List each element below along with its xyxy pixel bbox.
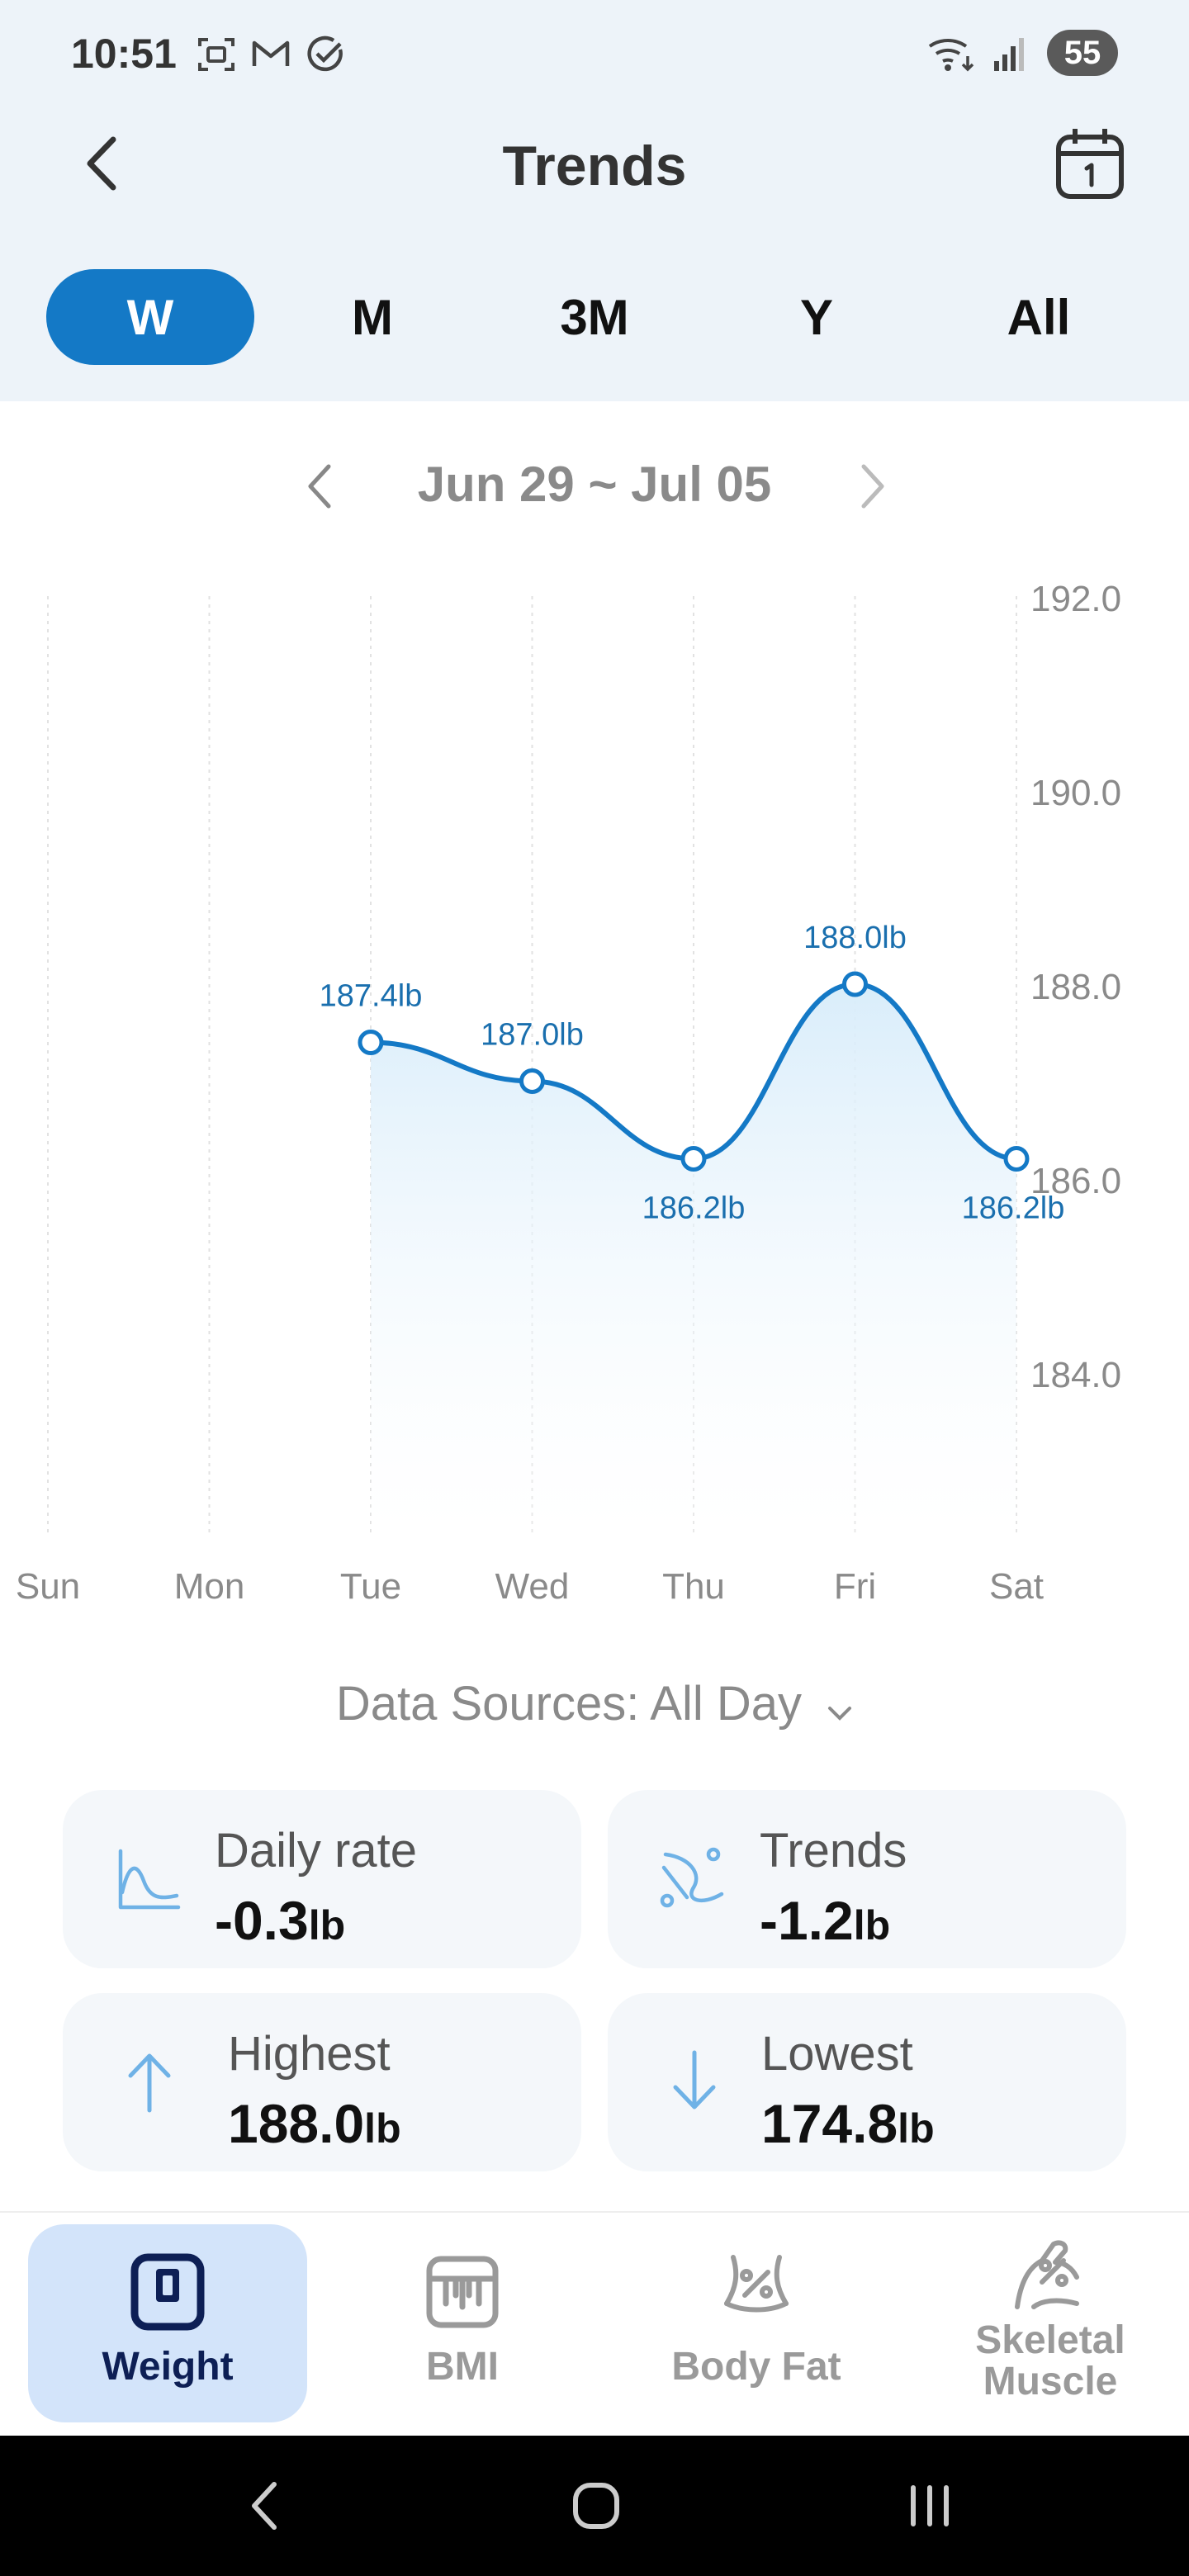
tab-month[interactable]: M [268,269,476,365]
status-bar: 10:51 55 [0,0,1189,107]
tab-year[interactable]: Y [713,269,921,365]
data-point-thu [680,1146,707,1172]
data-point-sat [1003,1146,1030,1172]
muscle-arm-icon [1015,2240,1079,2309]
data-point-wed [519,1068,545,1094]
status-system-icons: 55 [926,30,1118,76]
trend-curve-icon [660,1847,724,1908]
x-tick-label-tue: Tue [340,1566,401,1607]
chevron-down-icon [827,1679,853,1735]
lowest-card: Lowest 174.8lb [608,1993,1126,2171]
nav-skeletal-muscle[interactable]: Skeletal Muscle [912,2224,1189,2422]
scale-icon [130,2253,205,2331]
screenshot-icon [198,38,234,71]
calendar-button[interactable] [1050,124,1130,203]
daily-rate-label: Daily rate [215,1824,417,1878]
gmail-icon [252,40,290,66]
highest-label: Highest [228,2027,391,2081]
battery-indicator: 55 [1047,30,1118,76]
header: Trends [0,116,1189,215]
system-home-button[interactable] [555,2469,637,2543]
nav-bmi-label: BMI [426,2345,499,2389]
system-back-icon [252,2482,277,2530]
trends-card: Trends -1.2lb [608,1790,1126,1968]
data-label-thu: 186.2lb [642,1191,746,1226]
y-tick-label: 192.0 [1030,579,1121,619]
nav-body-fat-label: Body Fat [671,2345,841,2389]
signal-icon [994,38,1024,71]
y-tick-label: 184.0 [1030,1355,1121,1395]
highest-value: 188.0lb [228,2093,401,2154]
wifi-icon [928,38,974,72]
bmi-gauge-icon [426,2256,499,2328]
body-fat-icon [724,2255,789,2313]
data-sources-selector[interactable]: Data Sources: All Day [0,1676,1189,1735]
system-recents-button[interactable] [888,2469,971,2543]
x-tick-label-sat: Sat [989,1566,1044,1607]
period-tabs: W M 3M Y All [46,269,1143,365]
check-circle-icon [307,36,343,72]
x-tick-label-sun: Sun [16,1566,80,1607]
date-range-selector: Jun 29 ~ Jul 05 [0,446,1189,528]
x-tick-label-fri: Fri [834,1566,876,1607]
system-home-icon [573,2483,619,2529]
page-title: Trends [502,135,687,197]
nav-weight-label: Weight [102,2345,234,2389]
status-notification-icons [195,33,347,76]
x-tick-label-mon: Mon [174,1566,245,1607]
data-label-sat: 186.2lb [962,1191,1065,1226]
nav-skeletal-muscle-label: Skeletal Muscle [975,2318,1125,2403]
date-range-label: Jun 29 ~ Jul 05 [417,457,772,512]
trends-label: Trends [760,1824,907,1878]
system-navigation-bar [0,2436,1189,2576]
data-sources-label: Data Sources: All Day [335,1677,802,1731]
chart-canvas: 192.0190.0188.0186.0184.0Sun Mon Tue Wed Thu… [16,579,1121,1607]
data-label-tue: 187.4lb [320,979,423,1014]
status-time: 10:51 [71,31,177,77]
y-tick-label: 190.0 [1030,773,1121,813]
chevron-right-icon [861,464,884,509]
weight-trend-chart: 192.0 190.0 188.0 186.0 184.0 Sun Mon Tue Wed Thu… [0,561,1189,1635]
x-tick-label-wed: Wed [495,1566,570,1607]
lowest-value: 174.8lb [761,2093,935,2154]
next-week-button[interactable] [844,457,902,515]
highest-card: Highest 188.0lb [63,1993,581,2171]
arrow-up-icon [128,2053,171,2113]
rate-chart-icon [118,1849,181,1910]
nav-body-fat[interactable]: Body Fat [618,2224,895,2422]
arrow-down-icon [673,2050,716,2110]
nav-bmi[interactable]: BMI [324,2224,601,2422]
data-label-wed: 187.0lb [481,1018,584,1053]
data-point-tue [358,1030,384,1055]
x-tick-label-thu: Thu [662,1566,725,1607]
system-back-button[interactable] [223,2469,306,2543]
tab-3-months[interactable]: 3M [490,269,699,365]
trends-value: -1.2lb [760,1890,891,1951]
data-label-fri: 188.0lb [803,921,907,955]
daily-rate-card: Daily rate -0.3lb [63,1790,581,1968]
lowest-label: Lowest [761,2027,913,2081]
tab-all[interactable]: All [935,269,1143,365]
y-tick-label: 188.0 [1030,967,1121,1007]
calendar-icon [1056,129,1124,199]
top-section: 10:51 55 Trends W M 3M Y All [0,0,1189,401]
daily-rate-value: -0.3lb [215,1890,346,1951]
tab-week[interactable]: W [46,269,254,365]
bottom-navigation: Weight BMI Body Fat Skeletal Muscle [0,2211,1189,2436]
data-point-fri [842,971,868,997]
nav-weight[interactable]: Weight [28,2224,307,2422]
system-recents-icon [911,2485,949,2526]
